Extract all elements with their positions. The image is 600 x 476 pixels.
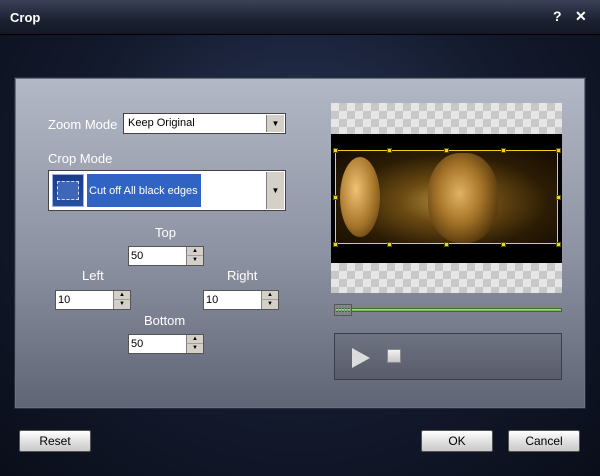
- crop-mode-value: Cut off All black edges: [87, 174, 201, 207]
- crop-panel: Zoom Mode Keep Original ▼ Crop Mode Cut …: [14, 77, 586, 409]
- window-title: Crop: [10, 10, 41, 25]
- crop-handle[interactable]: [333, 242, 338, 247]
- crop-handle[interactable]: [444, 242, 449, 247]
- arrow-up-icon[interactable]: ▲: [186, 247, 203, 256]
- cancel-button[interactable]: Cancel: [508, 430, 580, 452]
- crop-handle[interactable]: [556, 195, 561, 200]
- crop-handle[interactable]: [333, 195, 338, 200]
- crop-handle[interactable]: [556, 242, 561, 247]
- zoom-mode-select[interactable]: Keep Original ▼: [123, 113, 286, 134]
- crop-mode-select[interactable]: Cut off All black edges ▼: [48, 170, 286, 211]
- right-stepper[interactable]: ▲ ▼: [203, 290, 279, 310]
- top-stepper[interactable]: ▲ ▼: [128, 246, 204, 266]
- bottom-label: Bottom: [144, 313, 186, 328]
- chevron-down-icon[interactable]: ▼: [266, 172, 284, 209]
- seek-slider-track[interactable]: [335, 308, 562, 312]
- left-label: Left: [82, 268, 104, 283]
- seek-slider-thumb[interactable]: [334, 304, 352, 316]
- crop-frame[interactable]: [333, 148, 561, 247]
- play-icon[interactable]: [352, 348, 370, 368]
- top-label: Top: [155, 225, 176, 240]
- zoom-mode-label: Zoom Mode: [48, 117, 118, 132]
- arrow-up-icon[interactable]: ▲: [186, 335, 203, 344]
- stop-icon[interactable]: [387, 349, 401, 363]
- chevron-down-icon[interactable]: ▼: [266, 115, 284, 132]
- film-icon: [52, 174, 84, 207]
- left-input[interactable]: [58, 292, 110, 308]
- preview-hand: [340, 157, 380, 237]
- arrow-down-icon[interactable]: ▼: [186, 256, 203, 265]
- help-button[interactable]: ?: [553, 8, 562, 24]
- zoom-mode-value: Keep Original: [128, 117, 195, 129]
- crop-handle[interactable]: [501, 242, 506, 247]
- crop-handle[interactable]: [387, 148, 392, 153]
- bottom-stepper[interactable]: ▲ ▼: [128, 334, 204, 354]
- crop-handle[interactable]: [501, 148, 506, 153]
- video-preview: [331, 103, 562, 293]
- ok-button[interactable]: OK: [421, 430, 493, 452]
- arrow-up-icon[interactable]: ▲: [113, 291, 130, 300]
- right-label: Right: [227, 268, 258, 283]
- crop-mode-label: Crop Mode: [48, 151, 113, 166]
- left-stepper[interactable]: ▲ ▼: [55, 290, 131, 310]
- title-bar: Crop ? ✕: [0, 0, 600, 35]
- video-area: [331, 134, 562, 263]
- preview-face: [428, 153, 498, 243]
- arrow-down-icon[interactable]: ▼: [113, 300, 130, 309]
- crop-handle[interactable]: [556, 148, 561, 153]
- bottom-input[interactable]: [131, 336, 183, 352]
- crop-handle[interactable]: [444, 148, 449, 153]
- arrow-down-icon[interactable]: ▼: [186, 344, 203, 353]
- crop-handle[interactable]: [333, 148, 338, 153]
- top-input[interactable]: [131, 248, 183, 264]
- playback-controls: [334, 333, 562, 380]
- crop-handle[interactable]: [387, 242, 392, 247]
- arrow-down-icon[interactable]: ▼: [261, 300, 278, 309]
- right-input[interactable]: [206, 292, 258, 308]
- reset-button[interactable]: Reset: [19, 430, 91, 452]
- arrow-up-icon[interactable]: ▲: [261, 291, 278, 300]
- close-button[interactable]: ✕: [575, 8, 587, 25]
